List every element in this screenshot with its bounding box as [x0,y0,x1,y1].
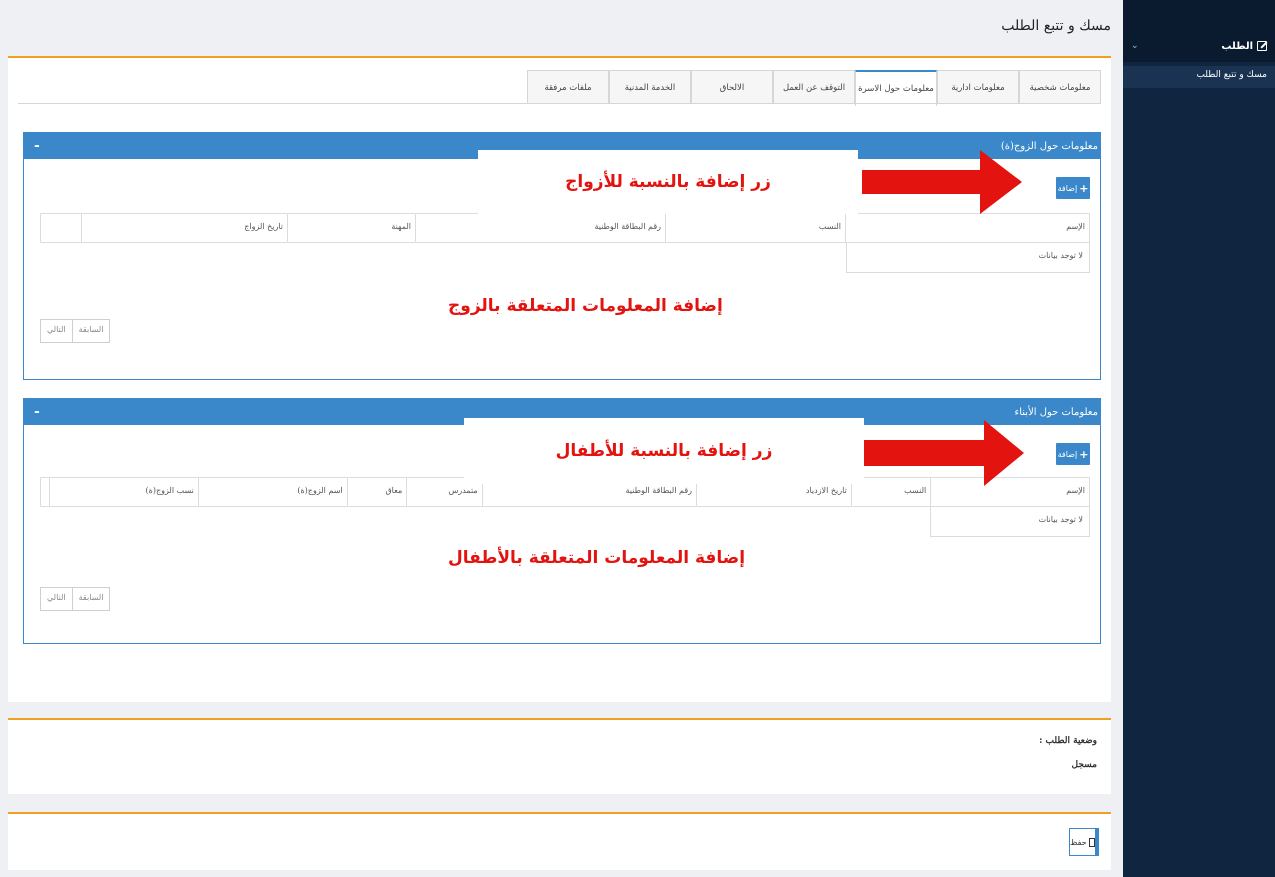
children-add-callout: زر إضافة بالنسبة للأطفال [464,418,864,484]
tab-personal-info[interactable]: معلومات شخصية [1019,70,1101,104]
next-page-button[interactable]: التالي [41,320,73,342]
plus-icon: + [1079,447,1089,461]
children-info-annotation: إضافة المعلومات المتعلقة بالأطفال [448,548,746,568]
column-header: اسم الزوج(ة) [197,478,347,506]
status-value: مسجل [1071,760,1097,770]
tabs-divider [18,103,1101,104]
status-label: وضعية الطلب : [1039,736,1097,746]
sidebar-menu-label: الطلب [1221,40,1253,52]
tab-bar: معلومات شخصية معلومات ادارية معلومات حول… [527,70,1101,106]
no-data-row: لا توجد بيانات [846,243,1090,273]
tab-family-info[interactable]: معلومات حول الاسرة [855,70,937,106]
column-header [41,478,49,506]
column-header: رقم البطاقة الوطنية [415,214,665,242]
spouse-add-callout: زر إضافة بالنسبة للأزواج [478,150,858,214]
spouse-table-header: الإسم النسب رقم البطاقة الوطنية المهنة ت… [40,213,1090,243]
sidebar-item-track-request[interactable]: مسك و تتبع الطلب [1123,66,1275,88]
column-header: معاق [346,478,407,506]
prev-page-button[interactable]: السابقة [73,320,110,342]
tab-attachment[interactable]: الالحاق [691,70,773,104]
main-content: مسك و تتبع الطلب معلومات شخصية معلومات ا… [0,0,1123,877]
tab-civil-service[interactable]: الخدمة المدنية [609,70,691,104]
column-header [41,214,81,242]
sidebar-top [1123,0,1275,30]
arrow-right-icon [864,420,1024,486]
sidebar-menu-request[interactable]: الطلب ⌄ [1123,30,1275,62]
column-header: نسب الزوج(ة) [49,478,198,506]
children-pager: السابقة التالي [40,587,111,611]
arrow-right-icon [862,150,1022,214]
page-title: مسك و تتبع الطلب [1001,18,1111,34]
save-disk-icon [1088,837,1095,847]
column-header: المهنة [287,214,415,242]
no-data-row: لا توجد بيانات [930,507,1090,537]
tab-attached-files[interactable]: ملفات مرفقة [527,70,609,104]
tab-work-stoppage[interactable]: التوقف عن العمل [773,70,855,104]
next-page-button[interactable]: التالي [41,588,73,610]
plus-icon: + [1079,181,1089,195]
edit-icon [1257,41,1267,51]
save-button[interactable]: حفظ [1069,828,1099,856]
add-child-button[interactable]: + إضافة [1056,443,1090,465]
spouse-info-annotation: إضافة المعلومات المتعلقة بالزوج [448,296,723,316]
column-header: الإسم [845,214,1089,242]
save-panel: حفظ [8,812,1111,870]
chevron-down-icon[interactable]: ⌄ [1131,41,1139,51]
save-label: حفظ [1070,837,1087,847]
collapse-button[interactable]: - [34,138,40,154]
column-header: النسب [665,214,845,242]
prev-page-button[interactable]: السابقة [73,588,110,610]
status-panel: وضعية الطلب : مسجل [8,718,1111,794]
add-child-label: إضافة [1057,449,1078,459]
add-spouse-button[interactable]: + إضافة [1056,177,1090,199]
column-header: تاريخ الزواج [81,214,287,242]
spouse-pager: السابقة التالي [40,319,111,343]
tab-administrative-info[interactable]: معلومات ادارية [937,70,1019,104]
add-spouse-label: إضافة [1057,183,1078,193]
sidebar [1123,0,1275,877]
children-section-title: معلومات حول الأبناء [1014,406,1098,418]
collapse-button[interactable]: - [34,404,40,420]
